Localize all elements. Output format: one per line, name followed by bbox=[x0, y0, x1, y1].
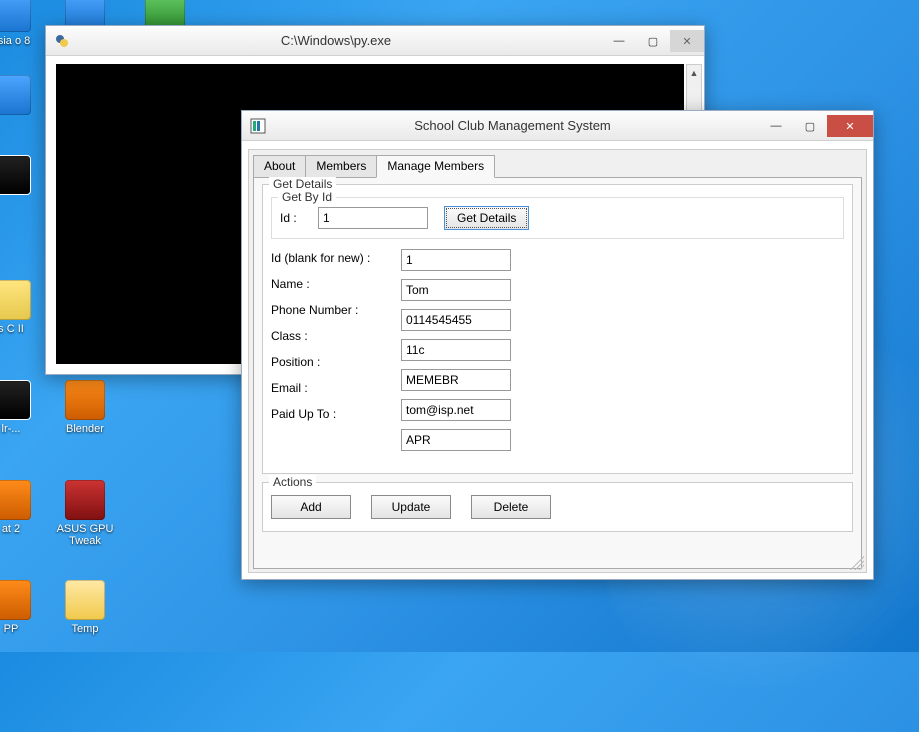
app-shortcut-icon bbox=[0, 280, 31, 320]
app-shortcut-icon bbox=[65, 380, 105, 420]
scroll-up-icon[interactable]: ▲ bbox=[687, 65, 701, 81]
id-input[interactable] bbox=[401, 249, 511, 271]
position-label: Position : bbox=[271, 353, 381, 371]
desktop-icon-label: at 2 bbox=[0, 523, 46, 535]
phone-input[interactable] bbox=[401, 309, 511, 331]
minimize-button[interactable]: — bbox=[759, 115, 793, 137]
desktop-icon-label: asia o 8 bbox=[0, 35, 46, 47]
tab-manage-members[interactable]: Manage Members bbox=[376, 155, 495, 178]
delete-button[interactable]: Delete bbox=[471, 495, 551, 519]
id-blank-label: Id (blank for new) : bbox=[271, 249, 381, 267]
tab-about[interactable]: About bbox=[253, 155, 306, 178]
update-button[interactable]: Update bbox=[371, 495, 451, 519]
app-window: School Club Management System — ▢ ✕ Abou… bbox=[241, 110, 874, 580]
class-input[interactable] bbox=[401, 339, 511, 361]
app-shortcut-icon bbox=[0, 155, 31, 195]
name-label: Name : bbox=[271, 275, 381, 293]
desktop-icon[interactable] bbox=[0, 75, 46, 118]
get-details-group: Get Details Get By Id Id : Get Details I… bbox=[262, 184, 853, 474]
manage-members-panel: Get Details Get By Id Id : Get Details I… bbox=[253, 177, 862, 569]
desktop-icon[interactable]: s C II bbox=[0, 280, 46, 335]
email-label: Email : bbox=[271, 379, 381, 397]
app-shortcut-icon bbox=[0, 0, 31, 32]
app-titlebar[interactable]: School Club Management System — ▢ ✕ bbox=[242, 111, 873, 141]
app-shortcut-icon bbox=[0, 380, 31, 420]
tab-strip: About Members Manage Members bbox=[249, 150, 866, 177]
desktop-icon-label: Blender bbox=[50, 423, 120, 435]
close-button[interactable]: ✕ bbox=[827, 115, 873, 137]
desktop-icon[interactable]: asia o 8 bbox=[0, 0, 46, 47]
desktop-icon[interactable] bbox=[0, 155, 46, 198]
actions-title: Actions bbox=[269, 475, 316, 489]
get-by-id-group: Get By Id Id : Get Details bbox=[271, 197, 844, 239]
position-input[interactable] bbox=[401, 369, 511, 391]
class-label: Class : bbox=[271, 327, 381, 345]
resize-grip[interactable] bbox=[850, 556, 864, 570]
desktop-icon-label: lr-... bbox=[0, 423, 46, 435]
desktop-icon-label: PP bbox=[0, 623, 46, 635]
app-title: School Club Management System bbox=[266, 118, 759, 133]
app-shortcut-icon bbox=[0, 480, 31, 520]
lookup-id-input[interactable] bbox=[318, 207, 428, 229]
email-input[interactable] bbox=[401, 399, 511, 421]
desktop-icon[interactable]: Temp bbox=[50, 580, 120, 635]
desktop-icon[interactable]: PP bbox=[0, 580, 46, 635]
get-details-button[interactable]: Get Details bbox=[444, 206, 529, 230]
paid-input[interactable] bbox=[401, 429, 511, 451]
phone-label: Phone Number : bbox=[271, 301, 381, 319]
get-by-id-title: Get By Id bbox=[278, 190, 336, 204]
pyexe-title: C:\Windows\py.exe bbox=[70, 33, 602, 48]
desktop-icon-label: Temp bbox=[50, 623, 120, 635]
maximize-button[interactable]: ▢ bbox=[636, 30, 670, 52]
desktop-icon-label: s C II bbox=[0, 323, 46, 335]
maximize-button[interactable]: ▢ bbox=[793, 115, 827, 137]
id-label: Id : bbox=[280, 211, 302, 225]
tab-members[interactable]: Members bbox=[305, 155, 377, 178]
paid-label: Paid Up To : bbox=[271, 405, 381, 423]
get-details-title: Get Details bbox=[269, 177, 336, 191]
app-shortcut-icon bbox=[65, 580, 105, 620]
app-shortcut-icon bbox=[0, 580, 31, 620]
close-button[interactable]: ✕ bbox=[670, 30, 704, 52]
desktop-icon[interactable]: ASUS GPU Tweak bbox=[50, 480, 120, 547]
actions-group: Actions Add Update Delete bbox=[262, 482, 853, 532]
minimize-button[interactable]: — bbox=[602, 30, 636, 52]
app-shortcut-icon bbox=[0, 75, 31, 115]
pyexe-titlebar[interactable]: C:\Windows\py.exe — ▢ ✕ bbox=[46, 26, 704, 56]
app-icon bbox=[250, 118, 266, 134]
name-input[interactable] bbox=[401, 279, 511, 301]
desktop-icon[interactable]: lr-... bbox=[0, 380, 46, 435]
desktop-icon-label: ASUS GPU Tweak bbox=[50, 523, 120, 547]
python-icon bbox=[54, 33, 70, 49]
app-shortcut-icon bbox=[65, 480, 105, 520]
add-button[interactable]: Add bbox=[271, 495, 351, 519]
desktop-icon[interactable]: at 2 bbox=[0, 480, 46, 535]
desktop-icon[interactable]: Blender bbox=[50, 380, 120, 435]
